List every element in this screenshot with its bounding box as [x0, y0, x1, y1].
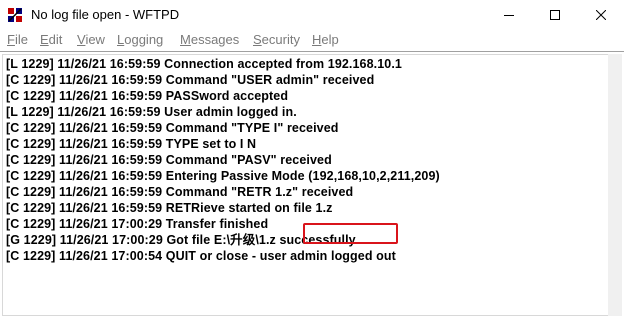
window-title: No log file open - WFTPD — [31, 7, 180, 22]
menu-help[interactable]: Help — [312, 32, 339, 48]
menu-logging[interactable]: Logging — [117, 32, 163, 48]
minimize-button[interactable] — [486, 0, 532, 30]
log-line: [C 1229] 11/26/21 16:59:59 TYPE set to I… — [6, 137, 257, 151]
menu-edit[interactable]: Edit — [40, 32, 62, 48]
menu-messages[interactable]: Messages — [180, 32, 239, 48]
log-line: [C 1229] 11/26/21 16:59:59 Entering Pass… — [6, 169, 440, 183]
log-line: [C 1229] 11/26/21 16:59:59 PASSword acce… — [6, 89, 289, 103]
log-line: [L 1229] 11/26/21 16:59:59 Connection ac… — [6, 57, 402, 71]
log-line: [L 1229] 11/26/21 16:59:59 User admin lo… — [6, 105, 297, 119]
wftpd-window: No log file open - WFTPD File Edit View … — [0, 0, 624, 321]
title-bar[interactable]: No log file open - WFTPD — [0, 0, 624, 30]
menu-bar: File Edit View Logging Messages Security… — [0, 30, 624, 50]
log-line: [C 1229] 11/26/21 16:59:59 Command "TYPE… — [6, 121, 339, 135]
highlight-annotation-box — [303, 223, 398, 244]
log-line: [C 1229] 11/26/21 16:59:59 RETRieve star… — [6, 201, 333, 215]
log-line: [C 1229] 11/26/21 17:00:54 QUIT or close… — [6, 249, 396, 263]
menu-security[interactable]: Security — [253, 32, 300, 48]
maximize-icon — [550, 10, 560, 20]
log-line: [C 1229] 11/26/21 16:59:59 Command "PASV… — [6, 153, 332, 167]
menu-view[interactable]: View — [77, 32, 105, 48]
vertical-scrollbar-track[interactable] — [608, 54, 622, 316]
log-view[interactable]: [L 1229] 11/26/21 16:59:59 Connection ac… — [2, 54, 608, 316]
log-line: [C 1229] 11/26/21 17:00:29 Transfer fini… — [6, 217, 269, 231]
close-icon — [596, 10, 606, 20]
menu-file[interactable]: File — [7, 32, 28, 48]
close-button[interactable] — [578, 0, 624, 30]
minimize-icon — [504, 15, 514, 16]
client-area: [L 1229] 11/26/21 16:59:59 Connection ac… — [0, 51, 624, 321]
maximize-button[interactable] — [532, 0, 578, 30]
log-line: [C 1229] 11/26/21 16:59:59 Command "USER… — [6, 73, 375, 87]
log-line: [C 1229] 11/26/21 16:59:59 Command "RETR… — [6, 185, 354, 199]
app-icon[interactable] — [7, 7, 23, 23]
